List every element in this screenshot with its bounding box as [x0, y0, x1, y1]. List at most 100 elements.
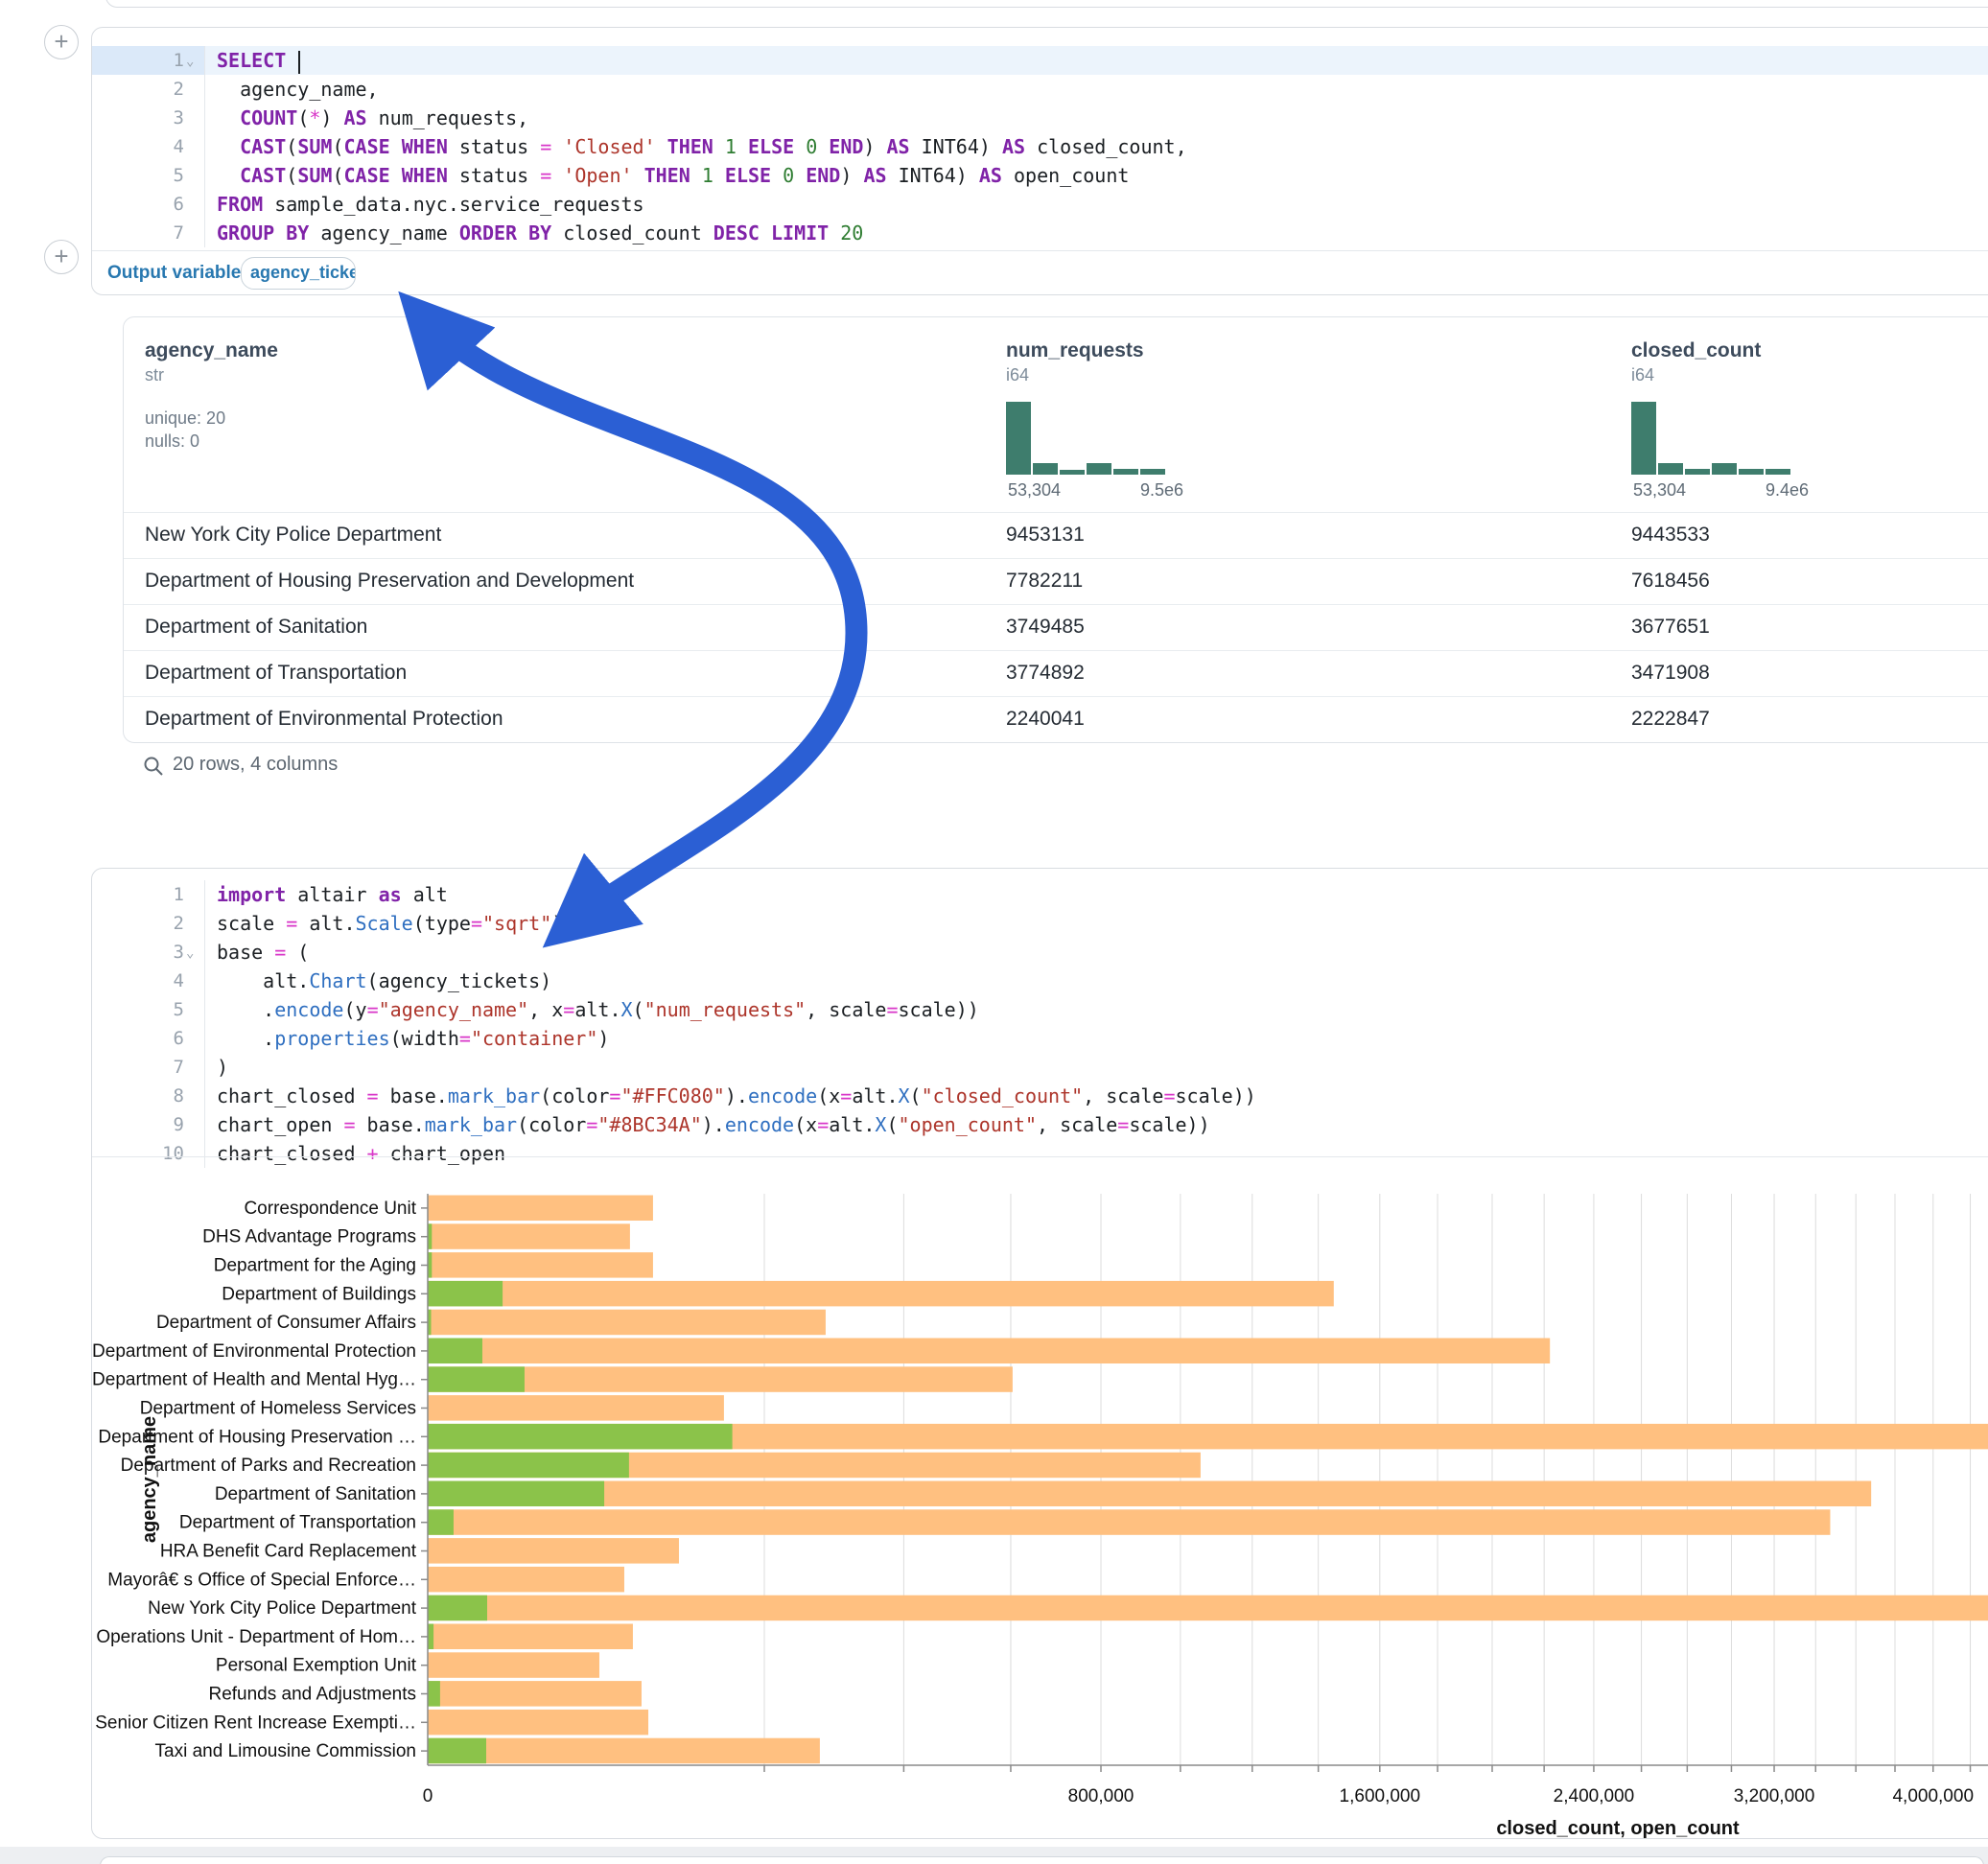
- bar-closed_count: [428, 1509, 1830, 1535]
- row-divider: [124, 558, 1988, 559]
- altair-chart: 800,0001,600,0002,400,0003,200,0004,000,…: [92, 1157, 1988, 1840]
- bar-closed_count: [428, 1567, 624, 1593]
- code-line[interactable]: 6FROM sample_data.nyc.service_requests: [92, 190, 1988, 219]
- bar-closed_count: [428, 1339, 1550, 1364]
- code-line[interactable]: 4 CAST(SUM(CASE WHEN status = 'Closed' T…: [92, 132, 1988, 161]
- code-line[interactable]: 3 COUNT(*) AS num_requests,: [92, 104, 1988, 132]
- bar-closed_count: [428, 1624, 633, 1650]
- y-tick-label: Taxi and Limousine Commission: [155, 1741, 416, 1761]
- column-header[interactable]: agency_name: [145, 339, 278, 362]
- line-number: 6: [92, 190, 184, 219]
- histogram-max-label: 9.5e6: [1140, 480, 1183, 501]
- bar-open_count: [428, 1339, 482, 1364]
- histogram-bar: [1060, 470, 1085, 475]
- table-row-count: 20 rows, 4 columns: [173, 754, 338, 776]
- code-line[interactable]: 5 .encode(y="agency_name", x=alt.X("num_…: [92, 995, 1988, 1024]
- output-variable-row: Output variable: agency_tickets: [92, 250, 1988, 295]
- table-cell: New York City Police Department: [145, 524, 441, 547]
- histogram-bar: [1140, 469, 1165, 475]
- line-number: 6: [92, 1024, 184, 1053]
- y-tick-label: Department of Transportation: [179, 1513, 416, 1533]
- code-text: .encode(y="agency_name", x=alt.X("num_re…: [217, 995, 979, 1024]
- code-line[interactable]: 7GROUP BY agency_name ORDER BY closed_co…: [92, 219, 1988, 247]
- bar-closed_count: [428, 1310, 826, 1336]
- y-tick-label: Correspondence Unit: [244, 1199, 416, 1219]
- line-number: 2: [92, 75, 184, 104]
- histogram-bar: [1631, 402, 1656, 475]
- histogram-min-label: 53,304: [1633, 480, 1686, 501]
- y-tick-label: Senior Citizen Rent Increase Exempti…: [95, 1713, 416, 1733]
- add-cell-button[interactable]: +: [44, 25, 79, 59]
- histogram-bar: [1712, 463, 1737, 475]
- fold-chevron-icon[interactable]: ⌄: [186, 47, 201, 76]
- column-stats: unique: 20: [145, 408, 225, 429]
- bar-closed_count: [428, 1710, 648, 1736]
- bar-closed_count: [428, 1481, 1871, 1507]
- table-cell: Department of Transportation: [145, 662, 407, 685]
- code-text: ): [217, 1053, 228, 1082]
- y-tick-label: New York City Police Department: [148, 1598, 417, 1619]
- code-line[interactable]: 1⌄SELECT: [92, 46, 1988, 75]
- code-text: import altair as alt: [217, 880, 448, 909]
- bar-closed_count: [428, 1395, 724, 1421]
- bar-open_count: [428, 1681, 440, 1707]
- code-line[interactable]: 2 agency_name,: [92, 75, 1988, 104]
- table-cell: 3774892: [1006, 662, 1085, 685]
- line-number: 5: [92, 161, 184, 190]
- column-histogram[interactable]: [1006, 402, 1169, 475]
- bar-closed_count: [428, 1196, 653, 1222]
- bar-open_count: [428, 1624, 433, 1650]
- column-histogram[interactable]: [1631, 402, 1794, 475]
- histogram-bar: [1685, 469, 1710, 475]
- table-cell: 2240041: [1006, 708, 1085, 731]
- bar-closed_count: [428, 1596, 1988, 1621]
- code-line[interactable]: 4 alt.Chart(agency_tickets): [92, 967, 1988, 995]
- x-tick-label: 3,200,000: [1734, 1786, 1815, 1806]
- bar-closed_count: [428, 1652, 599, 1678]
- column-header[interactable]: closed_count: [1631, 339, 1761, 362]
- bar-open_count: [428, 1366, 525, 1392]
- bar-open_count: [428, 1424, 733, 1450]
- add-cell-button[interactable]: +: [44, 240, 79, 274]
- row-divider: [124, 650, 1988, 651]
- line-number: 9: [92, 1110, 184, 1139]
- notebook-page: + + 1⌄SELECT 2 agency_name,3 COUNT(*) AS…: [0, 0, 1988, 1864]
- code-line[interactable]: 5 CAST(SUM(CASE WHEN status = 'Open' THE…: [92, 161, 1988, 190]
- bar-closed_count: [428, 1252, 653, 1278]
- table-cell: Department of Environmental Protection: [145, 708, 503, 731]
- histogram-bar: [1087, 463, 1111, 475]
- code-line[interactable]: 8chart_closed = base.mark_bar(color="#FF…: [92, 1082, 1988, 1110]
- y-tick-label: Department of Environmental Protection: [92, 1341, 416, 1362]
- line-number: 3: [92, 104, 184, 132]
- bar-open_count: [428, 1509, 454, 1535]
- fold-chevron-icon[interactable]: ⌄: [186, 939, 201, 967]
- gutter-divider: [204, 880, 205, 1168]
- y-tick-label: Department for the Aging: [214, 1256, 416, 1276]
- line-number: 1: [92, 880, 184, 909]
- code-line[interactable]: 2scale = alt.Scale(type="sqrt"): [92, 909, 1988, 938]
- column-stats: nulls: 0: [145, 431, 199, 452]
- output-variable-pill[interactable]: agency_tickets: [241, 257, 356, 290]
- table-cell: 3471908: [1631, 662, 1710, 685]
- y-tick-label: Department of Homeless Services: [140, 1399, 416, 1419]
- line-number: 1: [92, 46, 184, 75]
- histogram-max-label: 9.4e6: [1766, 480, 1809, 501]
- histogram-bar: [1739, 469, 1764, 475]
- search-icon[interactable]: [142, 755, 165, 778]
- code-text: agency_name,: [217, 75, 379, 104]
- code-line[interactable]: 7): [92, 1053, 1988, 1082]
- code-line[interactable]: 1 import altair as alt: [92, 880, 1988, 909]
- table-cell: Department of Sanitation: [145, 616, 367, 639]
- code-line[interactable]: 6 .properties(width="container"): [92, 1024, 1988, 1053]
- table-cell: 3749485: [1006, 616, 1085, 639]
- column-header[interactable]: num_requests: [1006, 339, 1144, 362]
- x-tick-label: 0: [423, 1786, 433, 1806]
- line-number: 5: [92, 995, 184, 1024]
- y-tick-label: Refunds and Adjustments: [208, 1685, 416, 1705]
- code-line[interactable]: 3⌄base = (: [92, 938, 1988, 967]
- bar-open_count: [428, 1481, 604, 1507]
- code-line[interactable]: 9chart_open = base.mark_bar(color="#8BC3…: [92, 1110, 1988, 1139]
- row-divider: [124, 604, 1988, 605]
- dataframe-preview-table: agency_namestrunique: 20nulls: 0num_requ…: [123, 316, 1988, 743]
- bar-open_count: [428, 1596, 487, 1621]
